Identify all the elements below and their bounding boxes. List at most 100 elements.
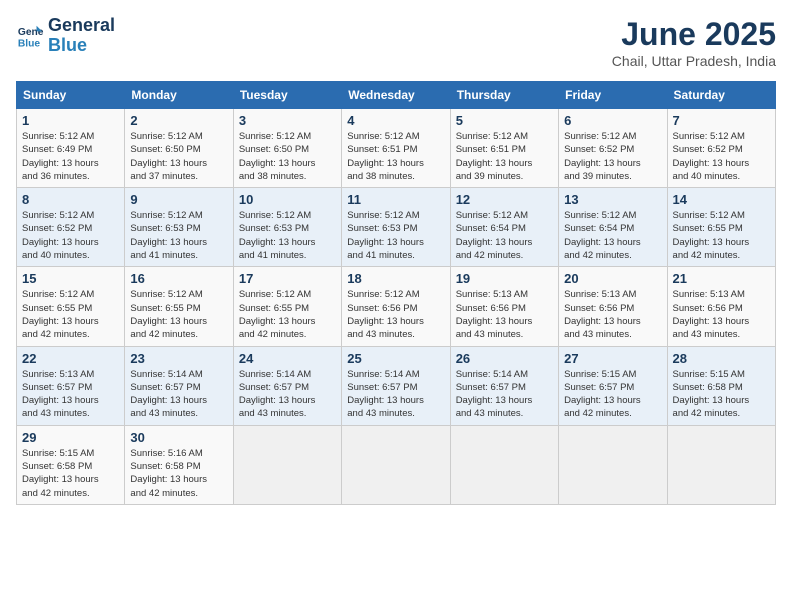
- day-info: Sunrise: 5:15 AM Sunset: 6:58 PM Dayligh…: [22, 447, 119, 500]
- day-number: 25: [347, 351, 444, 366]
- table-row: 23Sunrise: 5:14 AM Sunset: 6:57 PM Dayli…: [125, 346, 233, 425]
- col-sunday: Sunday: [17, 82, 125, 109]
- day-number: 30: [130, 430, 227, 445]
- day-info: Sunrise: 5:12 AM Sunset: 6:52 PM Dayligh…: [564, 130, 661, 183]
- col-monday: Monday: [125, 82, 233, 109]
- table-row: 27 Sunrise: 5:15 AM Sunset: 6:57 PM Dayli…: [559, 346, 667, 425]
- day-number: 18: [347, 271, 444, 286]
- table-row: 12Sunrise: 5:12 AM Sunset: 6:54 PM Dayli…: [450, 188, 558, 267]
- table-row: 11 Sunrise: 5:12 AM Sunset: 6:53 PM Dayli…: [342, 188, 450, 267]
- day-info: Sunrise: 5:16 AM Sunset: 6:58 PM Dayligh…: [130, 447, 227, 500]
- day-number: 3: [239, 113, 336, 128]
- col-tuesday: Tuesday: [233, 82, 341, 109]
- table-row: 22 Sunrise: 5:13 AM Sunset: 6:57 PM Dayli…: [17, 346, 125, 425]
- logo: General Blue General Blue: [16, 16, 115, 56]
- day-number: 28: [673, 351, 770, 366]
- day-number: 13: [564, 192, 661, 207]
- table-row: 16Sunrise: 5:12 AM Sunset: 6:55 PM Dayli…: [125, 267, 233, 346]
- day-info: Sunrise: 5:15 AM Sunset: 6:58 PM Dayligh…: [673, 368, 770, 421]
- day-info: Sunrise: 5:12 AM Sunset: 6:55 PM Dayligh…: [239, 288, 336, 341]
- calendar-row: 22 Sunrise: 5:13 AM Sunset: 6:57 PM Dayli…: [17, 346, 776, 425]
- day-number: 19: [456, 271, 553, 286]
- day-info: Sunrise: 5:13 AM Sunset: 6:56 PM Dayligh…: [673, 288, 770, 341]
- day-info: Sunrise: 5:12 AM Sunset: 6:52 PM Dayligh…: [673, 130, 770, 183]
- day-info: Sunrise: 5:12 AM Sunset: 6:50 PM Dayligh…: [130, 130, 227, 183]
- day-number: 11: [347, 192, 444, 207]
- day-info: Sunrise: 5:13 AM Sunset: 6:56 PM Dayligh…: [564, 288, 661, 341]
- table-row: 7 Sunrise: 5:12 AM Sunset: 6:52 PM Daylig…: [667, 109, 775, 188]
- day-number: 10: [239, 192, 336, 207]
- table-row: 20 Sunrise: 5:13 AM Sunset: 6:56 PM Dayli…: [559, 267, 667, 346]
- calendar-row: 15 Sunrise: 5:12 AM Sunset: 6:55 PM Dayli…: [17, 267, 776, 346]
- table-row: 25 Sunrise: 5:14 AM Sunset: 6:57 PM Dayli…: [342, 346, 450, 425]
- table-row: 4Sunrise: 5:12 AM Sunset: 6:51 PM Daylig…: [342, 109, 450, 188]
- day-info: Sunrise: 5:13 AM Sunset: 6:56 PM Dayligh…: [456, 288, 553, 341]
- calendar-table: Sunday Monday Tuesday Wednesday Thursday…: [16, 81, 776, 505]
- col-friday: Friday: [559, 82, 667, 109]
- day-number: 7: [673, 113, 770, 128]
- svg-text:Blue: Blue: [18, 38, 41, 49]
- day-number: 6: [564, 113, 661, 128]
- table-row: [450, 425, 558, 504]
- day-number: 17: [239, 271, 336, 286]
- table-row: 13 Sunrise: 5:12 AM Sunset: 6:54 PM Dayli…: [559, 188, 667, 267]
- table-row: 15Sunrise: 5:12 AM Sunset: 6:55 PM Dayli…: [17, 267, 125, 346]
- day-info: Sunrise: 5:15 AM Sunset: 6:57 PM Dayligh…: [564, 368, 661, 421]
- day-info: Sunrise: 5:12 AM Sunset: 6:56 PM Dayligh…: [347, 288, 444, 341]
- day-info: Sunrise: 5:12 AM Sunset: 6:55 PM Dayligh…: [673, 209, 770, 262]
- title-block: June 2025 Chail, Uttar Pradesh, India: [612, 16, 776, 69]
- table-row: [342, 425, 450, 504]
- calendar-row: 8Sunrise: 5:12 AM Sunset: 6:52 PM Daylig…: [17, 188, 776, 267]
- table-row: 14 Sunrise: 5:12 AM Sunset: 6:55 PM Dayli…: [667, 188, 775, 267]
- day-number: 14: [673, 192, 770, 207]
- day-number: 5: [456, 113, 553, 128]
- day-number: 12: [456, 192, 553, 207]
- day-info: Sunrise: 5:13 AM Sunset: 6:57 PM Dayligh…: [22, 368, 119, 421]
- day-info: Sunrise: 5:14 AM Sunset: 6:57 PM Dayligh…: [130, 368, 227, 421]
- table-row: 17 Sunrise: 5:12 AM Sunset: 6:55 PM Dayli…: [233, 267, 341, 346]
- day-info: Sunrise: 5:12 AM Sunset: 6:49 PM Dayligh…: [22, 130, 119, 183]
- logo-icon: General Blue: [16, 22, 44, 50]
- table-row: 18 Sunrise: 5:12 AM Sunset: 6:56 PM Dayli…: [342, 267, 450, 346]
- day-info: Sunrise: 5:12 AM Sunset: 6:52 PM Dayligh…: [22, 209, 119, 262]
- table-row: 6 Sunrise: 5:12 AM Sunset: 6:52 PM Daylig…: [559, 109, 667, 188]
- day-number: 16: [130, 271, 227, 286]
- day-info: Sunrise: 5:12 AM Sunset: 6:53 PM Dayligh…: [239, 209, 336, 262]
- header-row: Sunday Monday Tuesday Wednesday Thursday…: [17, 82, 776, 109]
- location-subtitle: Chail, Uttar Pradesh, India: [612, 53, 776, 69]
- day-number: 4: [347, 113, 444, 128]
- table-row: 9Sunrise: 5:12 AM Sunset: 6:53 PM Daylig…: [125, 188, 233, 267]
- table-row: 26Sunrise: 5:14 AM Sunset: 6:57 PM Dayli…: [450, 346, 558, 425]
- day-number: 1: [22, 113, 119, 128]
- day-number: 15: [22, 271, 119, 286]
- day-info: Sunrise: 5:14 AM Sunset: 6:57 PM Dayligh…: [347, 368, 444, 421]
- day-info: Sunrise: 5:14 AM Sunset: 6:57 PM Dayligh…: [239, 368, 336, 421]
- day-number: 26: [456, 351, 553, 366]
- table-row: 1 Sunrise: 5:12 AM Sunset: 6:49 PM Daylig…: [17, 109, 125, 188]
- day-number: 2: [130, 113, 227, 128]
- day-info: Sunrise: 5:12 AM Sunset: 6:50 PM Dayligh…: [239, 130, 336, 183]
- day-number: 21: [673, 271, 770, 286]
- table-row: 5Sunrise: 5:12 AM Sunset: 6:51 PM Daylig…: [450, 109, 558, 188]
- page-header: General Blue General Blue June 2025 Chai…: [16, 16, 776, 69]
- col-thursday: Thursday: [450, 82, 558, 109]
- day-number: 22: [22, 351, 119, 366]
- day-number: 24: [239, 351, 336, 366]
- day-number: 27: [564, 351, 661, 366]
- month-title: June 2025: [612, 16, 776, 53]
- day-info: Sunrise: 5:12 AM Sunset: 6:54 PM Dayligh…: [564, 209, 661, 262]
- svg-text:General: General: [18, 27, 44, 38]
- day-number: 20: [564, 271, 661, 286]
- table-row: [667, 425, 775, 504]
- calendar-row: 29 Sunrise: 5:15 AM Sunset: 6:58 PM Dayli…: [17, 425, 776, 504]
- day-number: 9: [130, 192, 227, 207]
- day-number: 29: [22, 430, 119, 445]
- table-row: [233, 425, 341, 504]
- table-row: 10 Sunrise: 5:12 AM Sunset: 6:53 PM Dayli…: [233, 188, 341, 267]
- table-row: 8Sunrise: 5:12 AM Sunset: 6:52 PM Daylig…: [17, 188, 125, 267]
- table-row: 30 Sunrise: 5:16 AM Sunset: 6:58 PM Dayli…: [125, 425, 233, 504]
- day-info: Sunrise: 5:12 AM Sunset: 6:53 PM Dayligh…: [347, 209, 444, 262]
- table-row: 24 Sunrise: 5:14 AM Sunset: 6:57 PM Dayli…: [233, 346, 341, 425]
- calendar-row: 1 Sunrise: 5:12 AM Sunset: 6:49 PM Daylig…: [17, 109, 776, 188]
- col-wednesday: Wednesday: [342, 82, 450, 109]
